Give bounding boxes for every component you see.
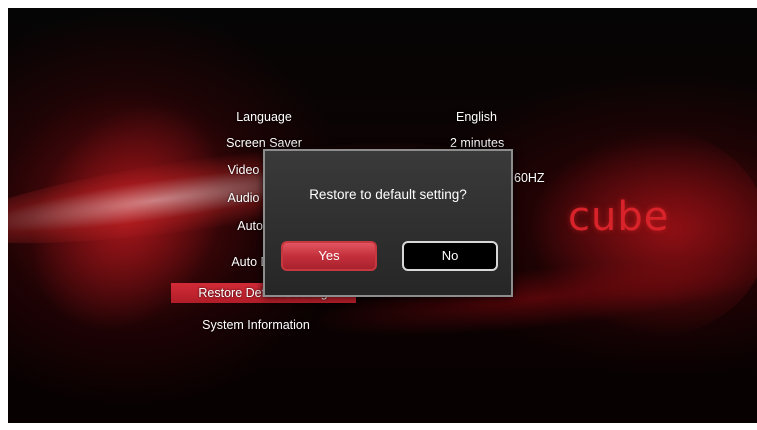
tv-screen: cube Language English Screen Saver 2 min…: [8, 8, 757, 423]
cube-logo: cube: [568, 194, 670, 240]
menu-item-language[interactable]: Language: [164, 110, 364, 124]
no-button[interactable]: No: [402, 241, 498, 271]
yes-button[interactable]: Yes: [281, 241, 377, 271]
menu-item-system-information[interactable]: System Information: [156, 318, 356, 332]
menu-value-video-output: 60HZ: [514, 171, 545, 185]
dialog-message: Restore to default setting?: [309, 187, 467, 202]
menu-value-screen-saver: 2 minutes: [450, 136, 505, 150]
menu-value-language: English: [456, 110, 497, 124]
restore-confirm-dialog: Restore to default setting? Yes No: [263, 149, 513, 297]
menu-item-screen-saver[interactable]: Screen Saver: [164, 136, 364, 150]
